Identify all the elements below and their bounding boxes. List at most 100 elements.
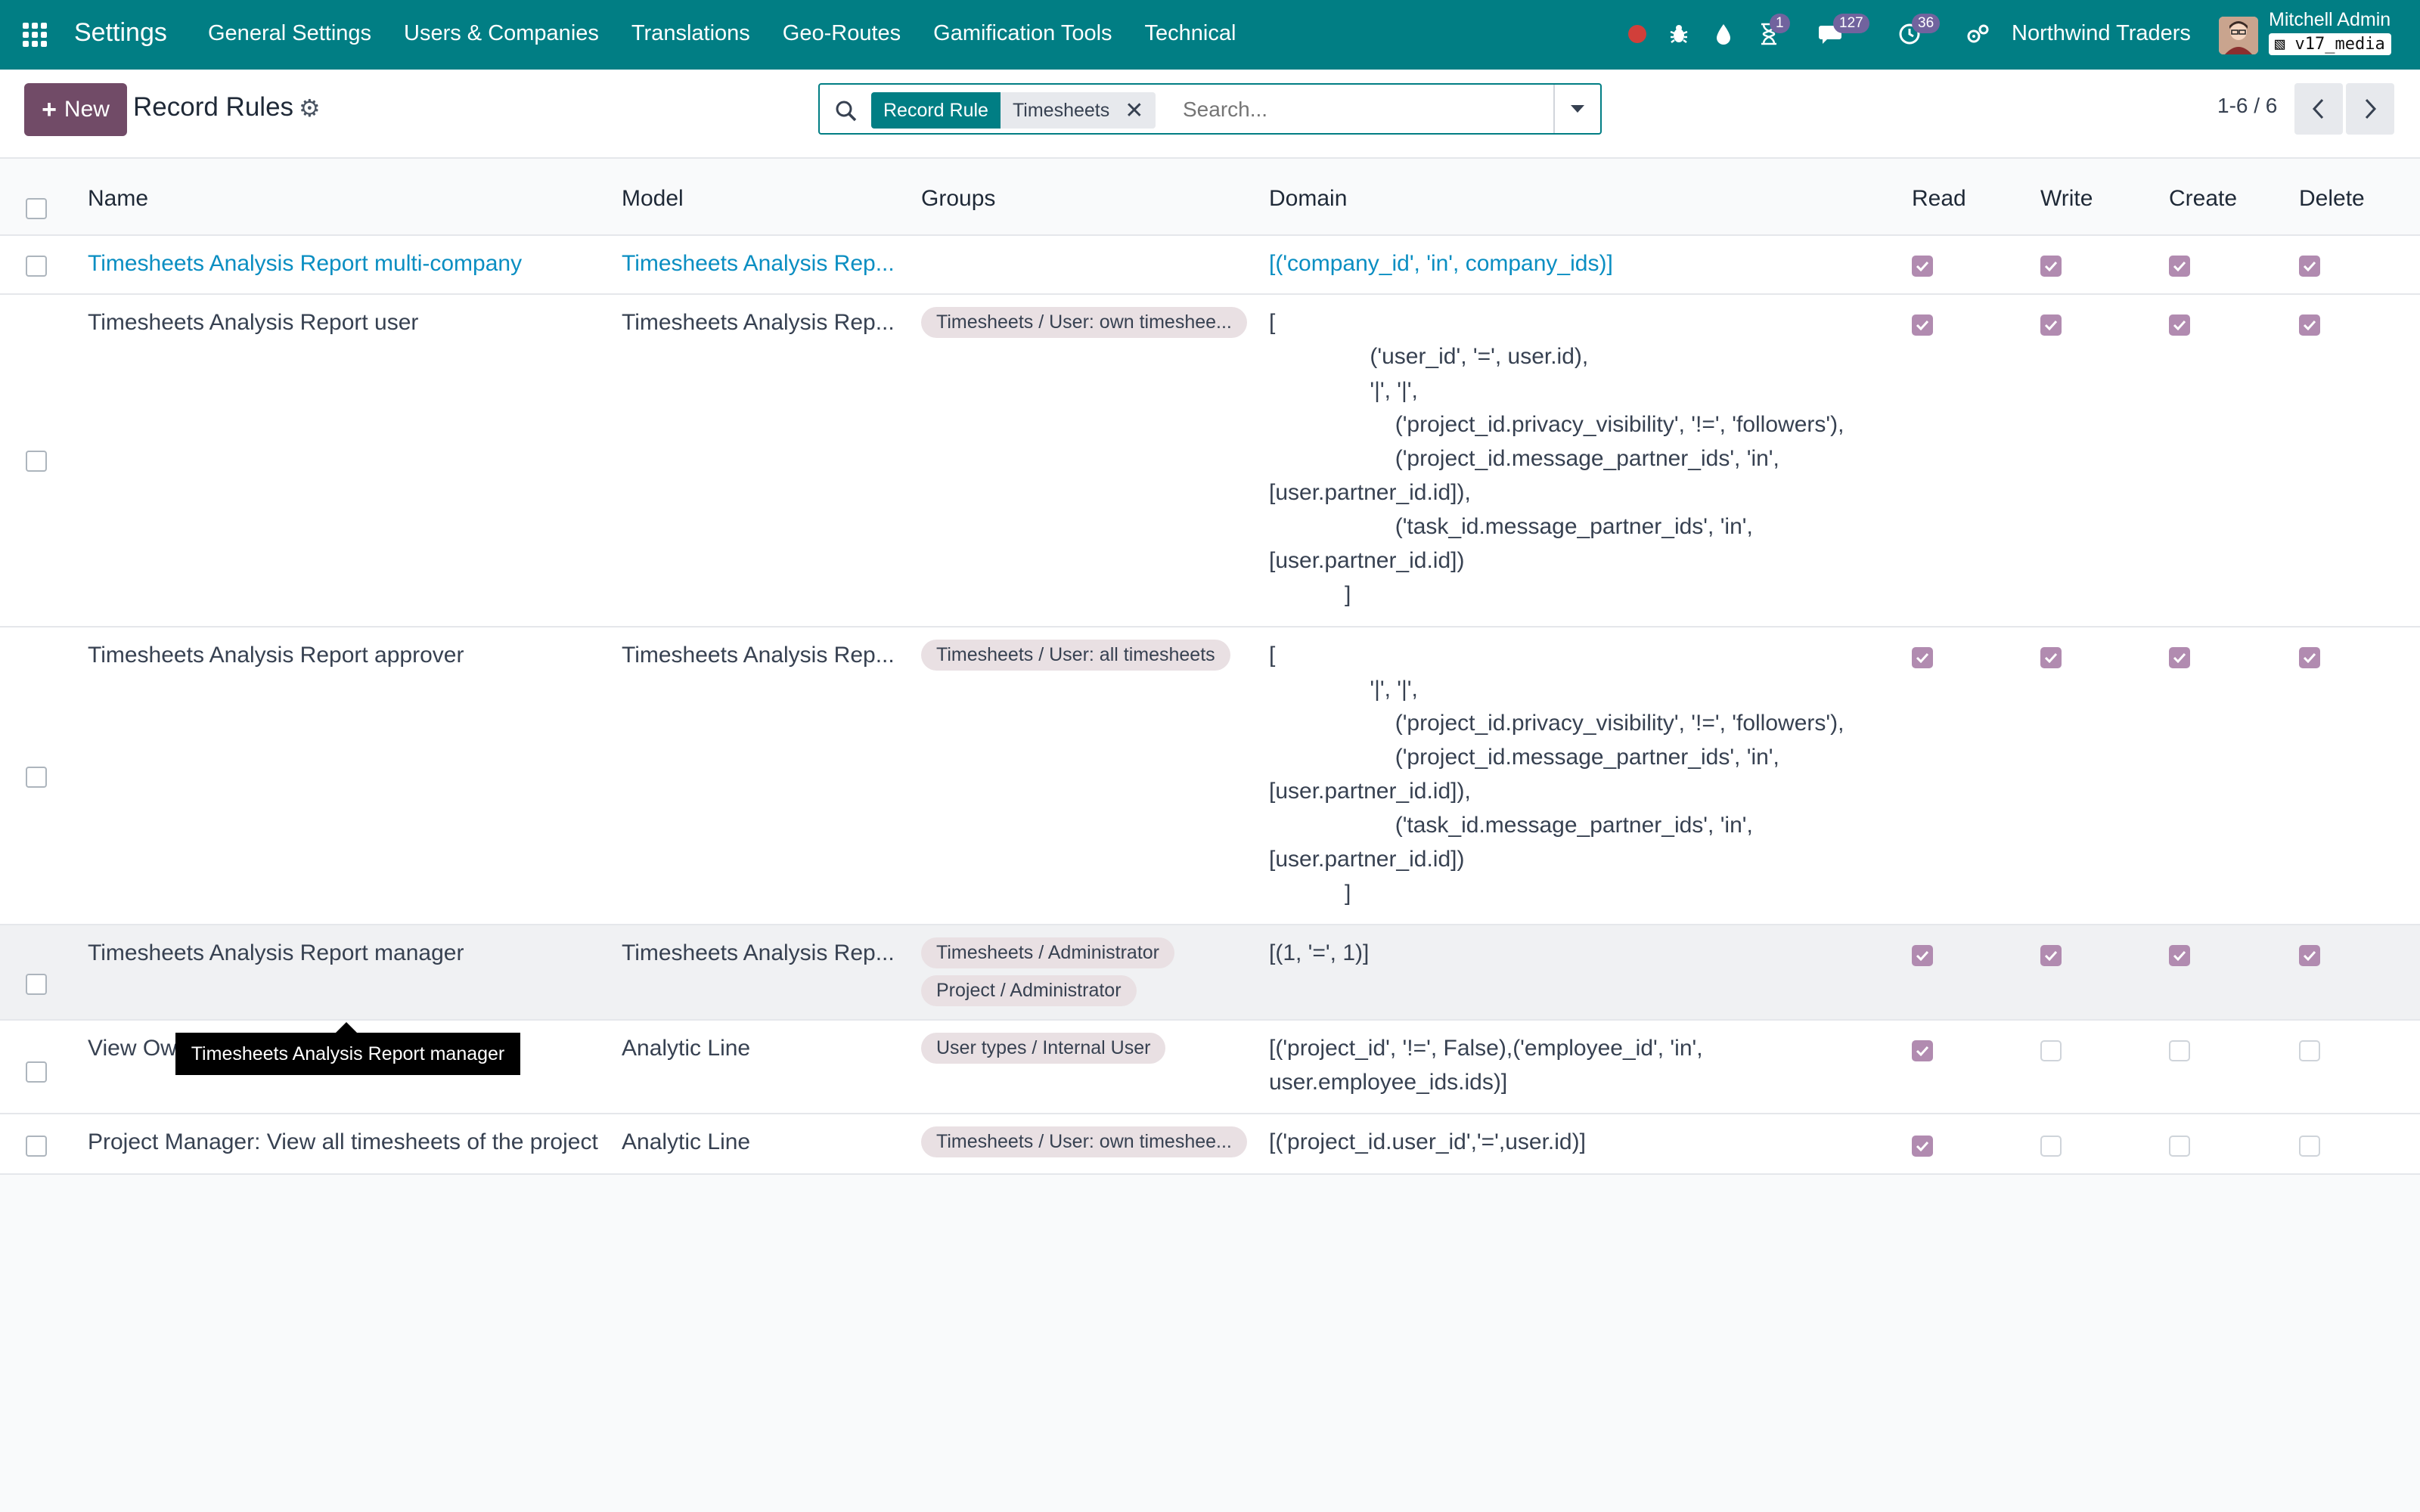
facet-value-text: Timesheets bbox=[1012, 99, 1110, 121]
check-icon bbox=[2303, 652, 2316, 663]
write-checkbox[interactable] bbox=[2040, 1136, 2062, 1157]
pager-previous-button[interactable] bbox=[2294, 83, 2343, 135]
record-dot-icon[interactable] bbox=[1624, 21, 1650, 47]
select-all-checkbox[interactable] bbox=[26, 198, 47, 219]
menu-general-settings[interactable]: General Settings bbox=[208, 21, 371, 46]
rule-domain[interactable]: [ ('user_id', '=', user.id), '|', '|', (… bbox=[1269, 305, 1844, 612]
check-icon bbox=[2303, 320, 2316, 330]
rule-name[interactable]: Project Manager: View all timesheets of … bbox=[88, 1129, 598, 1155]
write-checkbox[interactable] bbox=[2040, 647, 2062, 668]
column-header-create[interactable]: Create bbox=[2169, 186, 2237, 212]
read-checkbox[interactable] bbox=[1912, 1040, 1933, 1061]
rule-model[interactable]: Timesheets Analysis Rep... bbox=[622, 310, 901, 336]
row-checkbox[interactable] bbox=[26, 451, 47, 472]
read-checkbox[interactable] bbox=[1912, 314, 1933, 336]
menu-gamification-tools[interactable]: Gamification Tools bbox=[933, 21, 1112, 46]
delete-checkbox[interactable] bbox=[2299, 314, 2320, 336]
rule-domain[interactable]: [(1, '=', 1)] bbox=[1269, 940, 1369, 966]
menu-translations[interactable]: Translations bbox=[631, 21, 750, 46]
control-panel: + New Record Rules ⚙ Record Rule Timeshe… bbox=[0, 70, 2420, 159]
timer-badge: 36 bbox=[1912, 14, 1941, 33]
pager-value[interactable]: 1-6 / 6 bbox=[2217, 94, 2277, 118]
delete-checkbox[interactable] bbox=[2299, 256, 2320, 277]
create-checkbox[interactable] bbox=[2169, 647, 2190, 668]
table-row[interactable]: Timesheets Analysis Report approver Time… bbox=[0, 627, 2420, 925]
messages-badge: 127 bbox=[1833, 14, 1869, 33]
remove-facet-icon[interactable]: ✕ bbox=[1125, 98, 1143, 124]
write-checkbox[interactable] bbox=[2040, 314, 2062, 336]
table-row[interactable]: Timesheets Analysis Report user Timeshee… bbox=[0, 295, 2420, 627]
rule-name[interactable]: Timesheets Analysis Report multi-company bbox=[88, 251, 522, 277]
row-checkbox[interactable] bbox=[26, 974, 47, 995]
create-checkbox[interactable] bbox=[2169, 1040, 2190, 1061]
rule-model[interactable]: Analytic Line bbox=[622, 1129, 750, 1155]
delete-checkbox[interactable] bbox=[2299, 1136, 2320, 1157]
database-icon: ▧ bbox=[2275, 35, 2295, 54]
column-header-domain[interactable]: Domain bbox=[1269, 186, 1347, 212]
search-options-toggle[interactable] bbox=[1553, 85, 1600, 133]
write-checkbox[interactable] bbox=[2040, 945, 2062, 966]
column-header-delete[interactable]: Delete bbox=[2299, 186, 2365, 212]
rule-name[interactable]: Timesheets Analysis Report user bbox=[88, 310, 418, 336]
menu-users-companies[interactable]: Users & Companies bbox=[404, 21, 599, 46]
table-row[interactable]: Project Manager: View all timesheets of … bbox=[0, 1114, 2420, 1175]
user-avatar[interactable] bbox=[2219, 17, 2258, 54]
apps-menu-icon[interactable] bbox=[23, 23, 47, 47]
create-checkbox[interactable] bbox=[2169, 1136, 2190, 1157]
column-header-write[interactable]: Write bbox=[2040, 186, 2093, 212]
row-checkbox[interactable] bbox=[26, 1136, 47, 1157]
delete-checkbox[interactable] bbox=[2299, 945, 2320, 966]
rule-model[interactable]: Timesheets Analysis Rep... bbox=[622, 643, 901, 668]
new-button[interactable]: + New bbox=[24, 83, 127, 136]
row-checkbox[interactable] bbox=[26, 256, 47, 277]
read-checkbox[interactable] bbox=[1912, 1136, 1933, 1157]
drop-icon[interactable] bbox=[1711, 21, 1736, 47]
row-checkbox[interactable] bbox=[26, 767, 47, 788]
create-checkbox[interactable] bbox=[2169, 314, 2190, 336]
search-input[interactable] bbox=[1183, 92, 1538, 127]
column-header-name[interactable]: Name bbox=[88, 186, 148, 212]
main-navbar: Settings General Settings Users & Compan… bbox=[0, 0, 2420, 70]
app-title[interactable]: Settings bbox=[74, 18, 167, 48]
write-checkbox[interactable] bbox=[2040, 256, 2062, 277]
search-facet: Record Rule Timesheets ✕ bbox=[871, 92, 1156, 129]
debug-bug-icon[interactable] bbox=[1666, 21, 1692, 47]
rule-model[interactable]: Timesheets Analysis Rep... bbox=[622, 251, 901, 277]
rule-domain[interactable]: [('project_id.user_id','=',user.id)] bbox=[1269, 1129, 1586, 1155]
switch-company-gears-icon[interactable] bbox=[1965, 21, 1990, 47]
rule-domain[interactable]: [('project_id', '!=', False),('employee_… bbox=[1269, 1031, 1703, 1099]
read-checkbox[interactable] bbox=[1912, 256, 1933, 277]
column-header-model[interactable]: Model bbox=[622, 186, 684, 212]
read-checkbox[interactable] bbox=[1912, 945, 1933, 966]
rule-domain[interactable]: [ '|', '|', ('project_id.privacy_visibil… bbox=[1269, 638, 1844, 910]
write-checkbox[interactable] bbox=[2040, 1040, 2062, 1061]
gear-icon[interactable]: ⚙ bbox=[299, 94, 321, 122]
table-row[interactable]: Timesheets Analysis Report multi-company… bbox=[0, 236, 2420, 295]
create-checkbox[interactable] bbox=[2169, 256, 2190, 277]
read-checkbox[interactable] bbox=[1912, 647, 1933, 668]
menu-technical[interactable]: Technical bbox=[1145, 21, 1236, 46]
tooltip: Timesheets Analysis Report manager bbox=[175, 1033, 520, 1075]
column-header-groups[interactable]: Groups bbox=[921, 186, 995, 212]
rule-model[interactable]: Analytic Line bbox=[622, 1036, 750, 1061]
search-icon[interactable] bbox=[833, 98, 859, 124]
column-header-read[interactable]: Read bbox=[1912, 186, 1966, 212]
rule-domain[interactable]: [('company_id', 'in', company_ids)] bbox=[1269, 251, 1613, 277]
company-switcher[interactable]: Northwind Traders bbox=[2012, 21, 2191, 46]
check-icon bbox=[1916, 320, 1929, 330]
delete-checkbox[interactable] bbox=[2299, 647, 2320, 668]
delete-checkbox[interactable] bbox=[2299, 1040, 2320, 1061]
row-checkbox[interactable] bbox=[26, 1061, 47, 1083]
rule-name[interactable]: Timesheets Analysis Report approver bbox=[88, 643, 464, 668]
pager-next-button[interactable] bbox=[2346, 83, 2394, 135]
create-checkbox[interactable] bbox=[2169, 945, 2190, 966]
menu-geo-routes[interactable]: Geo-Routes bbox=[783, 21, 901, 46]
table-row[interactable]: Timesheets Analysis Report manager Times… bbox=[0, 925, 2420, 1021]
check-icon bbox=[2173, 950, 2186, 961]
rule-name[interactable]: Timesheets Analysis Report manager bbox=[88, 940, 464, 966]
check-icon bbox=[1916, 950, 1929, 961]
check-icon bbox=[2173, 320, 2186, 330]
user-name[interactable]: Mitchell Admin bbox=[2269, 9, 2391, 31]
rule-model[interactable]: Timesheets Analysis Rep... bbox=[622, 940, 901, 966]
rule-name[interactable]: View Ow bbox=[88, 1036, 177, 1061]
